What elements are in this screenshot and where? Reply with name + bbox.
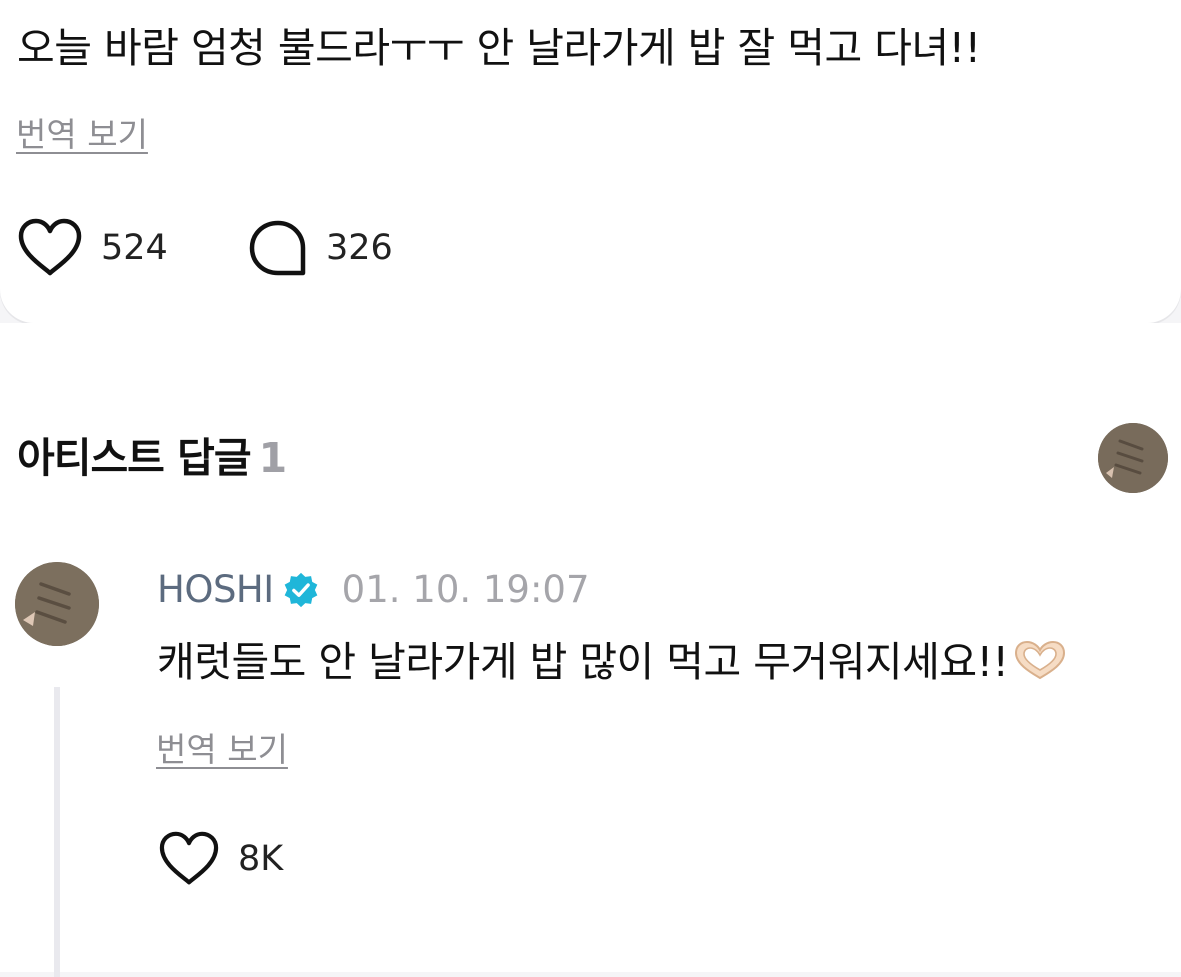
section-title: 아티스트 답글 1 [17,433,288,483]
reply-timestamp: 01. 10. 19:07 [341,568,590,611]
avatar-image [15,562,99,646]
post-comment-count: 326 [326,228,393,268]
reply-count: 1 [258,434,288,482]
thread-line [54,687,60,977]
speech-bubble-icon [249,220,306,276]
reply-like-button[interactable]: 8K [158,831,283,887]
post-card: 오늘 바람 엄청 불드라ㅜㅜ 안 날라가게 밥 잘 먹고 다녀!! 번역 보기 … [0,0,1181,323]
current-user-avatar[interactable] [1098,423,1168,493]
post-comment-button[interactable]: 326 [248,218,393,278]
post-like-count: 524 [101,228,168,268]
avatar-image [1098,423,1168,493]
hoshi-avatar[interactable] [15,562,99,646]
artist-replies-section: 아티스트 답글 1 HOSHI 01. 10. 19:07 캐럿들도 안 날라가게… [0,323,1181,977]
reply-text-content: 캐럿들도 안 날라가게 밥 많이 먹고 무거워지세요!! [157,638,1009,686]
section-title-text: 아티스트 답글 [17,434,252,482]
heart-outline-icon [159,831,219,885]
reply-translate-link[interactable]: 번역 보기 [156,723,288,771]
reply-header: HOSHI 01. 10. 19:07 [157,568,590,611]
post-translate-link[interactable]: 번역 보기 [16,108,148,156]
reply-text: 캐럿들도 안 날라가게 밥 많이 먹고 무거워지세요!! [157,636,1068,688]
post-like-button[interactable]: 524 [17,218,168,278]
heart-outline-icon [18,218,82,276]
reply-author-name[interactable]: HOSHI [157,568,274,611]
verified-badge-icon [284,572,318,607]
heart-hands-emoji [1015,640,1066,680]
reply-like-count: 8K [238,839,284,879]
post-text: 오늘 바람 엄청 불드라ㅜㅜ 안 날라가게 밥 잘 먹고 다녀!! [17,24,981,72]
